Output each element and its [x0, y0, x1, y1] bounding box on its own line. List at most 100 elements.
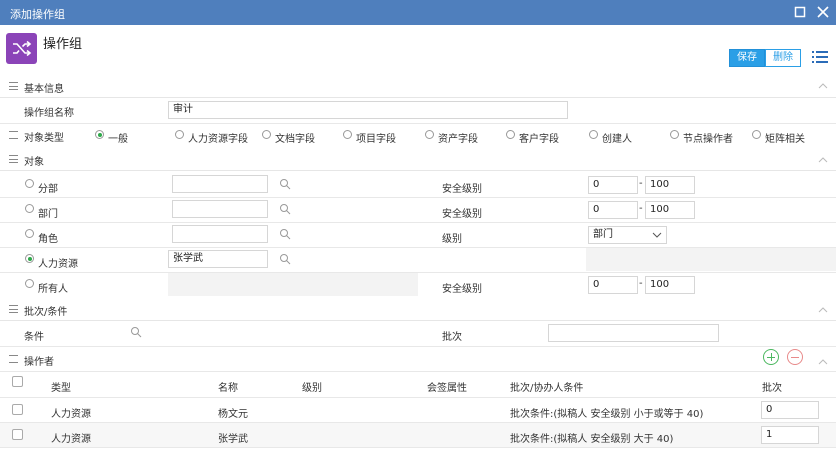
section-title: 操作者 [24, 357, 54, 368]
radio-type-hr-field[interactable] [175, 130, 184, 139]
radio-object-branch[interactable] [25, 179, 34, 188]
security-to-input[interactable]: 100 [645, 176, 695, 194]
radio-type-general[interactable] [95, 130, 104, 139]
row-condition: 批次条件:(拟稿人 安全级别 小于或等于 40) [510, 409, 704, 420]
section-basic: 基本信息 [0, 74, 836, 98]
chevron-up-icon[interactable] [818, 81, 828, 91]
row-batch-input[interactable]: 1 [761, 426, 819, 444]
radio-object-role[interactable] [25, 229, 34, 238]
name-label: 操作组名称 [24, 108, 74, 119]
column-header: 类型 [51, 383, 71, 394]
column-header: 会签属性 [427, 383, 467, 394]
row-batch-input[interactable]: 0 [761, 401, 819, 419]
divider [0, 447, 836, 448]
radio-type-doc-field[interactable] [262, 130, 271, 139]
row-type: 人力资源 [51, 434, 91, 445]
type-option: 人力资源字段 [188, 134, 248, 145]
search-icon[interactable] [130, 326, 142, 338]
row-checkbox[interactable] [12, 404, 23, 415]
type-option: 创建人 [602, 134, 632, 145]
divider [0, 247, 836, 248]
security-from-input[interactable]: 0 [588, 201, 638, 219]
object-label: 角色 [38, 234, 58, 245]
chevron-up-icon[interactable] [818, 155, 828, 165]
drag-handle-icon [9, 155, 18, 163]
radio-type-matrix[interactable] [752, 130, 761, 139]
select-all-checkbox[interactable] [12, 376, 23, 387]
object-label: 分部 [38, 184, 58, 195]
radio-type-creator[interactable] [589, 130, 598, 139]
divider [0, 222, 836, 223]
security-from-input[interactable]: 0 [588, 276, 638, 294]
group-name-input[interactable]: 审计 [168, 101, 568, 119]
disabled-area [586, 247, 836, 271]
type-option: 矩阵相关 [765, 134, 805, 145]
disabled-area [168, 272, 418, 296]
batch-label: 批次 [442, 332, 462, 343]
add-icon[interactable] [763, 349, 779, 365]
type-option: 资产字段 [438, 134, 478, 145]
drag-handle-icon [9, 305, 18, 313]
divider [0, 371, 836, 372]
close-icon[interactable] [815, 4, 831, 20]
role-input[interactable] [172, 225, 268, 243]
radio-type-customer-field[interactable] [506, 130, 515, 139]
security-from-input[interactable]: 0 [588, 176, 638, 194]
row-name: 张学武 [218, 434, 248, 445]
row-type: 人力资源 [51, 409, 91, 420]
search-icon[interactable] [279, 253, 291, 265]
section-title: 对象 [24, 157, 44, 168]
radio-object-hr[interactable] [25, 254, 34, 263]
section-title: 基本信息 [24, 84, 64, 95]
radio-type-project-field[interactable] [343, 130, 352, 139]
save-button[interactable]: 保存 [729, 49, 765, 67]
radio-object-department[interactable] [25, 204, 34, 213]
type-option: 一般 [108, 134, 128, 145]
hr-input[interactable]: 张学武 [168, 250, 268, 268]
security-level-label: 安全级别 [442, 209, 482, 220]
drag-handle-icon [9, 355, 18, 363]
object-label: 所有人 [38, 284, 68, 295]
table-row[interactable]: 人力资源 张学武 批次条件:(拟稿人 安全级别 大于 40) 1 [0, 423, 836, 447]
column-header: 批次 [762, 383, 782, 394]
menu-icon[interactable] [812, 51, 828, 65]
chevron-up-icon[interactable] [818, 357, 828, 367]
security-to-input[interactable]: 100 [645, 276, 695, 294]
section-object: 对象 [0, 147, 836, 171]
department-input[interactable] [172, 200, 268, 218]
radio-type-asset-field[interactable] [425, 130, 434, 139]
type-option: 项目字段 [356, 134, 396, 145]
search-icon[interactable] [279, 203, 291, 215]
remove-icon[interactable] [787, 349, 803, 365]
type-option: 节点操作者 [683, 134, 733, 145]
row-name: 杨文元 [218, 409, 248, 420]
divider [0, 397, 836, 398]
divider [0, 123, 836, 124]
level-select[interactable]: 部门 [588, 226, 667, 244]
branch-input[interactable] [172, 175, 268, 193]
search-icon[interactable] [279, 228, 291, 240]
column-header: 批次/协办人条件 [510, 383, 584, 394]
type-option: 客户字段 [519, 134, 559, 145]
page-title: 操作组 [43, 37, 83, 52]
window-titlebar: 添加操作组 [0, 0, 836, 25]
column-header: 级别 [302, 383, 322, 394]
maximize-icon[interactable] [792, 4, 808, 20]
search-icon[interactable] [279, 178, 291, 190]
row-checkbox[interactable] [12, 429, 23, 440]
radio-object-everyone[interactable] [25, 279, 34, 288]
range-separator: - [639, 278, 643, 289]
delete-button[interactable]: 删除 [765, 49, 801, 67]
security-to-input[interactable]: 100 [645, 201, 695, 219]
batch-input[interactable] [548, 324, 719, 342]
column-header: 名称 [218, 383, 238, 394]
level-label: 级别 [442, 234, 462, 245]
divider [0, 197, 836, 198]
radio-type-node-operator[interactable] [670, 130, 679, 139]
chevron-up-icon[interactable] [818, 305, 828, 315]
shuffle-icon [6, 33, 37, 64]
section-title: 批次/条件 [24, 307, 68, 318]
security-level-label: 安全级别 [442, 184, 482, 195]
window-title: 添加操作组 [10, 8, 65, 21]
chevron-down-icon [652, 232, 662, 238]
